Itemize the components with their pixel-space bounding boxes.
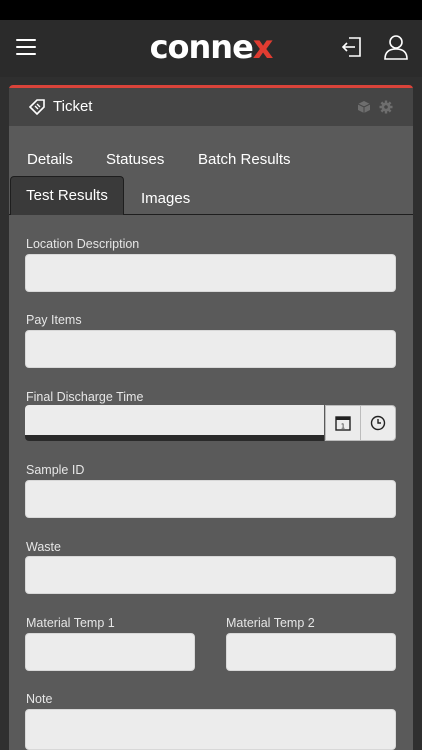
- ticket-panel: Ticket Details Statuses Batch Results Te…: [9, 85, 413, 750]
- panel-header: Ticket: [9, 88, 413, 126]
- top-navigation-bar: connex: [0, 20, 422, 77]
- gear-icon[interactable]: [379, 100, 393, 114]
- material-temp-2-label: Material Temp 2: [226, 616, 315, 630]
- logo-text: conne: [149, 28, 254, 66]
- svg-text:1: 1: [341, 423, 345, 431]
- tab-statuses[interactable]: Statuses: [106, 151, 164, 168]
- tab-details[interactable]: Details: [27, 151, 73, 168]
- tab-images[interactable]: Images: [141, 190, 190, 207]
- final-discharge-time-input[interactable]: [25, 405, 324, 441]
- tab-test-results[interactable]: Test Results: [10, 176, 124, 215]
- panel-title: Ticket: [53, 98, 93, 115]
- clock-icon: [370, 415, 386, 431]
- user-profile-icon[interactable]: [384, 34, 408, 60]
- tab-batch-results[interactable]: Batch Results: [198, 151, 291, 168]
- pay-items-input[interactable]: [25, 330, 396, 368]
- ticket-icon: [28, 99, 45, 116]
- note-label: Note: [26, 692, 53, 706]
- status-bar: [0, 0, 422, 20]
- location-description-input[interactable]: [25, 254, 396, 292]
- logo-accent: x: [252, 28, 274, 66]
- date-picker-button[interactable]: 1: [325, 405, 361, 441]
- location-description-label: Location Description: [26, 237, 140, 251]
- material-temp-2-input[interactable]: [226, 633, 396, 671]
- waste-label: Waste: [26, 540, 61, 554]
- sample-id-label: Sample ID: [26, 463, 85, 477]
- pay-items-label: Pay Items: [26, 313, 82, 327]
- final-discharge-time-label: Final Discharge Time: [26, 390, 144, 404]
- time-picker-button[interactable]: [360, 405, 396, 441]
- material-temp-1-input[interactable]: [25, 633, 195, 671]
- sample-id-input[interactable]: [25, 480, 396, 518]
- calendar-icon: 1: [335, 416, 351, 431]
- note-input[interactable]: [25, 709, 396, 750]
- waste-input[interactable]: [25, 556, 396, 594]
- cube-icon[interactable]: [357, 100, 371, 114]
- logout-icon[interactable]: [340, 35, 364, 59]
- material-temp-1-label: Material Temp 1: [26, 616, 115, 630]
